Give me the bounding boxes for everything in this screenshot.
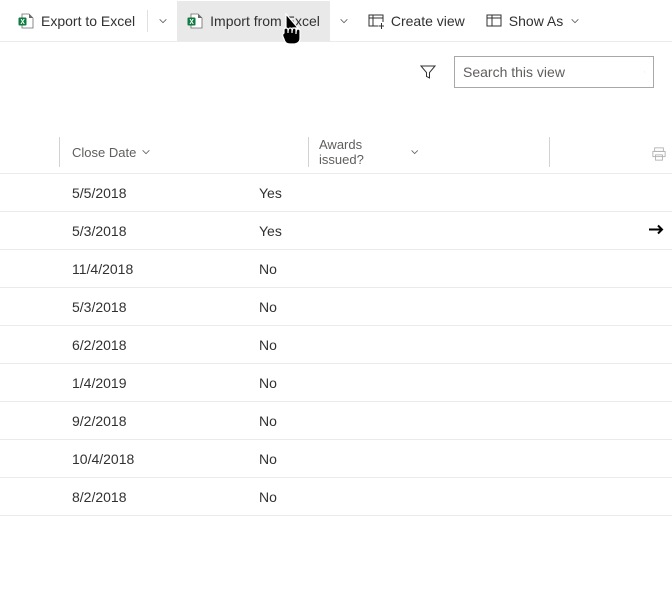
print-icon (652, 147, 666, 161)
table-row[interactable]: 10/4/2018No (0, 439, 672, 478)
import-label: Import from Excel (210, 13, 320, 29)
show-as-icon (486, 13, 502, 29)
cell-awards-issued: No (248, 337, 287, 353)
chevron-down-icon (339, 16, 349, 26)
cell-awards-issued: No (248, 375, 287, 391)
search-icon (644, 64, 645, 80)
table-row[interactable]: 1/4/2019No (0, 363, 672, 402)
search-row (0, 42, 672, 100)
chevron-down-icon (570, 16, 580, 26)
import-from-excel-button[interactable]: Import from Excel (177, 1, 330, 41)
table-row[interactable]: 9/2/2018No (0, 401, 672, 440)
cell-close-date: 8/2/2018 (0, 489, 248, 505)
print-button[interactable] (652, 147, 666, 164)
column-header-awards-issued[interactable]: Awards issued? (309, 137, 429, 167)
chevron-down-icon (410, 147, 419, 157)
create-view-button[interactable]: Create view (358, 1, 475, 41)
export-label: Export to Excel (41, 13, 135, 29)
table-body: 5/5/2018Yes5/3/2018Yes11/4/2018No5/3/201… (0, 173, 672, 516)
show-as-button[interactable]: Show As (476, 1, 590, 41)
cell-awards-issued: No (248, 451, 287, 467)
cell-close-date: 11/4/2018 (0, 261, 248, 277)
cell-close-date: 10/4/2018 (0, 451, 248, 467)
cell-close-date: 5/3/2018 (0, 299, 248, 315)
filter-button[interactable] (420, 64, 436, 80)
close-date-label: Close Date (72, 145, 136, 160)
cell-close-date: 5/3/2018 (0, 223, 248, 239)
table-row[interactable]: 5/3/2018No (0, 287, 672, 326)
cell-awards-issued: Yes (248, 185, 292, 201)
arrow-right-icon (648, 221, 664, 237)
filter-icon (420, 64, 436, 80)
column-divider (549, 137, 550, 167)
awards-issued-label: Awards issued? (319, 137, 405, 167)
show-as-label: Show As (509, 13, 563, 29)
create-view-label: Create view (391, 13, 465, 29)
cell-awards-issued: No (248, 413, 287, 429)
cell-awards-issued: No (248, 261, 287, 277)
search-input[interactable] (463, 64, 644, 80)
create-view-icon (368, 13, 384, 29)
table-row[interactable]: 8/2/2018No (0, 477, 672, 516)
chevron-down-icon (158, 16, 168, 26)
chevron-down-icon (141, 147, 151, 157)
export-to-excel-button[interactable]: Export to Excel (8, 1, 145, 41)
table-row[interactable]: 6/2/2018No (0, 325, 672, 364)
excel-icon (187, 13, 203, 29)
table-row[interactable]: 5/3/2018Yes (0, 211, 672, 250)
table-row[interactable]: 11/4/2018No (0, 249, 672, 288)
row-navigate-arrow[interactable] (648, 221, 664, 240)
divider (147, 10, 148, 32)
cell-close-date: 6/2/2018 (0, 337, 248, 353)
export-dropdown-chevron[interactable] (150, 1, 176, 41)
cell-close-date: 1/4/2019 (0, 375, 248, 391)
cell-awards-issued: No (248, 489, 287, 505)
cell-close-date: 5/5/2018 (0, 185, 248, 201)
table-row[interactable]: 5/5/2018Yes (0, 173, 672, 212)
excel-icon (18, 13, 34, 29)
table-header: Close Date Awards issued? (0, 134, 672, 170)
cell-close-date: 9/2/2018 (0, 413, 248, 429)
column-header-close-date[interactable]: Close Date (60, 145, 308, 160)
cell-awards-issued: Yes (248, 223, 292, 239)
cell-awards-issued: No (248, 299, 287, 315)
import-dropdown-chevron[interactable] (331, 1, 357, 41)
command-bar: Export to Excel Import from Excel Create… (0, 0, 672, 42)
search-box[interactable] (454, 56, 654, 88)
